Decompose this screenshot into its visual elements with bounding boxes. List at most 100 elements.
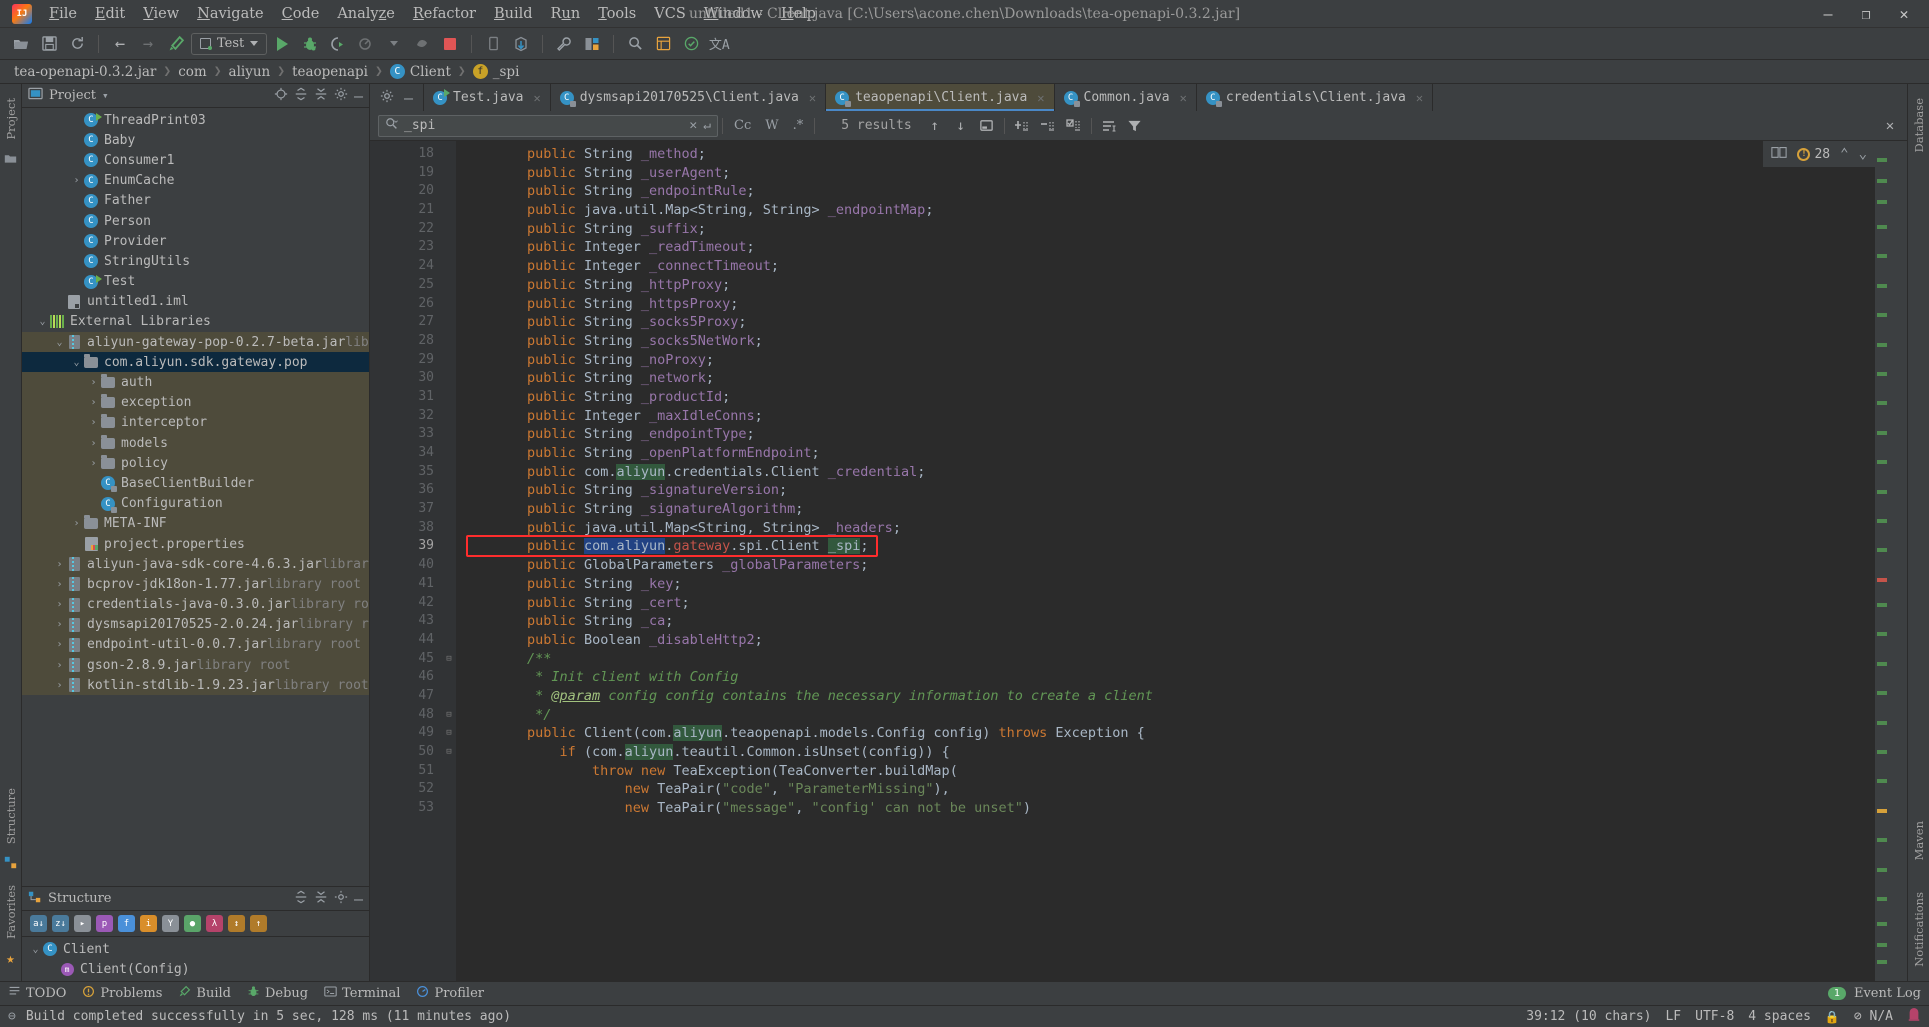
breadcrumb-item-aliyun[interactable]: aliyun xyxy=(225,63,275,81)
reader-mode-icon[interactable] xyxy=(1771,145,1788,163)
tree-item[interactable]: › credentials-java-0.3.0.jar library ro xyxy=(22,594,369,615)
editor-tab[interactable]: Cteaopenapi\Client.java ✕ xyxy=(826,84,1055,111)
menu-view[interactable]: View xyxy=(134,3,188,25)
ide-notification-icon[interactable] xyxy=(1907,1007,1921,1026)
code-line[interactable]: if (com.aliyun.teautil.Common.isUnset(co… xyxy=(462,743,1875,762)
tree-item[interactable]: C Father xyxy=(22,191,369,211)
collapse-all-icon[interactable] xyxy=(314,890,328,908)
event-log-button[interactable]: Event Log xyxy=(1854,986,1921,1001)
close-button[interactable]: ✕ xyxy=(1885,1,1923,27)
editor-tab[interactable]: C Common.java ✕ xyxy=(1055,84,1197,111)
tool-window-structure[interactable]: Structure xyxy=(2,782,20,850)
search-input[interactable] xyxy=(404,118,684,133)
analysis-marker[interactable] xyxy=(1877,750,1887,754)
open-folder-icon[interactable] xyxy=(8,32,34,56)
chevron-right-icon[interactable]: › xyxy=(53,660,66,671)
menu-code[interactable]: Code xyxy=(273,3,329,25)
project-scope-chevron-icon[interactable]: ▾ xyxy=(102,89,109,102)
analysis-marker[interactable] xyxy=(1877,808,1887,813)
tree-item[interactable]: › kotlin-stdlib-1.9.23.jar library root xyxy=(22,675,369,696)
navigate-forward-icon[interactable]: → xyxy=(135,32,161,56)
code-line[interactable]: public String _userAgent; xyxy=(462,164,1875,183)
code-line[interactable]: public String _method; xyxy=(462,145,1875,164)
add-occurrence-icon[interactable] xyxy=(1009,114,1035,138)
chevron-down-icon[interactable]: ⌄ xyxy=(53,337,66,348)
tree-item[interactable]: › aliyun-java-sdk-core-4.6.3.jar library … xyxy=(22,554,369,575)
close-icon[interactable]: ✕ xyxy=(1037,91,1044,105)
tree-item[interactable]: ⌄ External Libraries xyxy=(22,312,369,332)
code-editor[interactable]: 18 19 20 21 22 23 24 25 26 27 28 29 30 31 32 33 34 35 36 37… xyxy=(370,141,1907,981)
expand-structure-icon[interactable]: ↕ xyxy=(228,915,245,932)
run-with-coverage-icon[interactable] xyxy=(325,32,351,56)
code-line[interactable]: public com.aliyun.credentials.Client _cr… xyxy=(462,463,1875,482)
translate-icon[interactable]: 文A xyxy=(706,32,732,56)
analysis-marker[interactable] xyxy=(1877,632,1887,637)
check-circle-icon[interactable] xyxy=(678,32,704,56)
analysis-marker[interactable] xyxy=(1877,401,1887,406)
save-icon[interactable] xyxy=(36,32,62,56)
analysis-marker[interactable] xyxy=(1877,460,1887,465)
tree-item[interactable]: project.properties xyxy=(22,533,369,555)
chevron-right-icon[interactable]: › xyxy=(87,438,100,449)
menu-file[interactable]: File xyxy=(40,3,86,25)
tree-item[interactable]: C Test xyxy=(22,272,369,292)
find-next-button[interactable]: ↓ xyxy=(948,114,974,138)
bottom-tab-build[interactable]: Build xyxy=(178,985,231,1002)
code-line[interactable]: new TeaPair("code", "ParameterMissing"), xyxy=(462,780,1875,799)
code-line[interactable]: public java.util.Map<String, String> _en… xyxy=(462,201,1875,220)
debug-icon[interactable] xyxy=(297,32,323,56)
analysis-marker[interactable] xyxy=(1877,489,1887,494)
bottom-tab-debug[interactable]: Debug xyxy=(247,985,308,1002)
chevron-right-icon[interactable]: › xyxy=(70,175,83,186)
breadcrumb-item-client[interactable]: C Client xyxy=(386,63,455,81)
project-files-icon[interactable] xyxy=(4,146,17,175)
code-line[interactable]: public String _suffix; xyxy=(462,220,1875,239)
tree-item[interactable]: › auth xyxy=(22,372,369,393)
analysis-marker[interactable] xyxy=(1877,548,1887,553)
search-history-icon[interactable]: ↵ xyxy=(703,118,711,133)
filter-icon[interactable] xyxy=(1122,114,1148,138)
select-all-occurrences-button[interactable] xyxy=(974,114,1000,138)
gear-icon[interactable] xyxy=(334,890,348,908)
bottom-tab-todo[interactable]: TODO xyxy=(8,985,66,1002)
tree-item[interactable]: › policy xyxy=(22,453,369,474)
menu-run[interactable]: Run xyxy=(542,3,590,25)
menu-vcs[interactable]: VCS xyxy=(645,3,695,25)
analysis-marker[interactable] xyxy=(1877,430,1887,435)
inspection-error-count[interactable]: 28 xyxy=(1797,147,1830,162)
structure-item[interactable]: ⌄ C Client xyxy=(22,939,369,959)
tree-item[interactable]: C StringUtils xyxy=(22,251,369,271)
menu-tools[interactable]: Tools xyxy=(589,3,645,25)
tree-item[interactable]: › C EnumCache xyxy=(22,171,369,191)
menu-refactor[interactable]: Refactor xyxy=(404,3,485,25)
bottom-tab-problems[interactable]: Problems xyxy=(82,985,162,1002)
file-encoding[interactable]: UTF-8 xyxy=(1695,1009,1734,1024)
code-line[interactable]: public Client(com.aliyun.teaopenapi.mode… xyxy=(462,724,1875,743)
tree-item[interactable]: C Provider xyxy=(22,231,369,251)
code-line[interactable]: /** xyxy=(462,650,1875,669)
analysis-marker[interactable] xyxy=(1877,603,1887,607)
code-line[interactable]: public String _productId; xyxy=(462,388,1875,407)
tree-item[interactable]: C Consumer1 xyxy=(22,150,369,170)
code-line[interactable]: throw new TeaException(TeaConverter.buil… xyxy=(462,762,1875,781)
fold-marker-icon[interactable]: ⊟ xyxy=(442,650,456,669)
run-configuration-selector[interactable]: Test xyxy=(191,32,268,55)
whole-words-toggle[interactable]: W xyxy=(758,118,785,133)
tree-item[interactable]: C BaseClientBuilder xyxy=(22,473,369,494)
analysis-marker[interactable] xyxy=(1877,867,1887,872)
tree-item[interactable]: › META-INF xyxy=(22,513,369,534)
editor-tab[interactable]: C Test.java ✕ xyxy=(424,84,551,111)
close-find-button[interactable]: ✕ xyxy=(1877,114,1903,138)
analysis-marker[interactable] xyxy=(1877,897,1887,901)
editor-tab[interactable]: Ccredentials\Client.java ✕ xyxy=(1197,84,1434,111)
clear-search-icon[interactable]: ✕ xyxy=(689,118,697,133)
minimize-button[interactable]: — xyxy=(1809,1,1847,27)
code-content[interactable]: public String _method; public String _us… xyxy=(456,141,1875,981)
sort-visibility-icon[interactable]: z↓ xyxy=(52,915,69,932)
menu-edit[interactable]: Edit xyxy=(86,3,134,25)
indent-setting[interactable]: 4 spaces xyxy=(1748,1009,1811,1024)
navigate-back-icon[interactable]: ← xyxy=(107,32,133,56)
analysis-marker[interactable] xyxy=(1877,225,1887,229)
inspection-up-icon[interactable]: ⌃ xyxy=(1840,146,1848,162)
bottom-tab-profiler[interactable]: Profiler xyxy=(416,985,484,1002)
